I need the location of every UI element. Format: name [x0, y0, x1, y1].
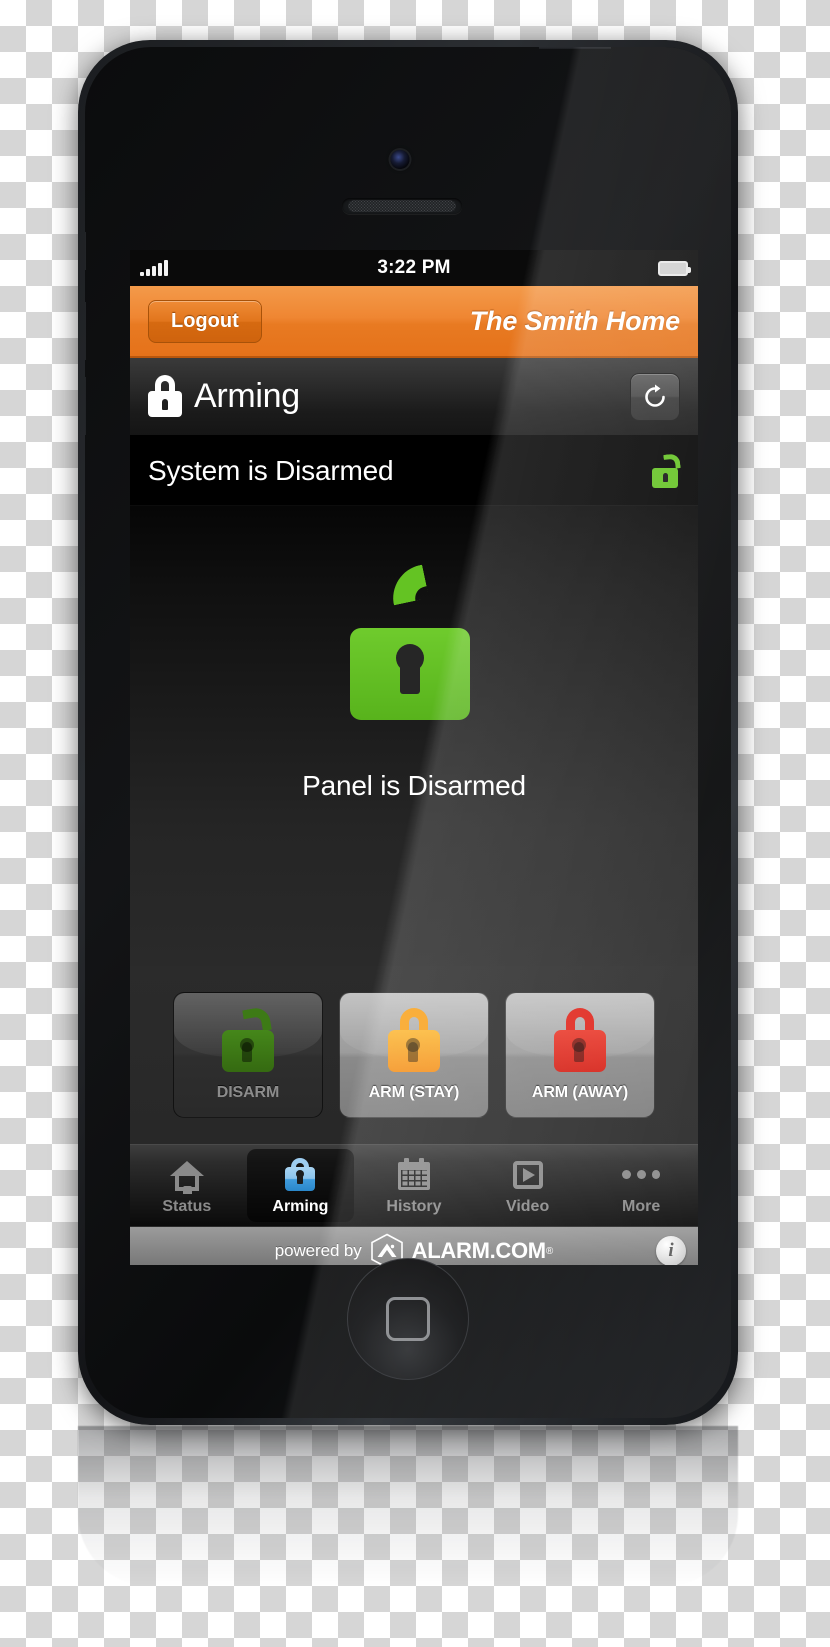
system-status-text: System is Disarmed — [148, 454, 394, 486]
info-button[interactable]: i — [656, 1236, 686, 1265]
arm-away-button-label: ARM (AWAY) — [531, 1084, 629, 1101]
lock-closed-icon — [148, 374, 182, 419]
panel-state-area: Panel is Disarmed — [130, 506, 698, 966]
alarm-com-wordmark: ALARM.COM — [411, 1238, 546, 1263]
phone-bezel: 3:22 PM Logout The Smith Home Arming Sys… — [85, 47, 731, 1418]
tab-history-label: History — [386, 1197, 442, 1215]
home-button[interactable] — [347, 1258, 469, 1380]
tab-more-label: More — [622, 1197, 661, 1215]
lock-closed-icon — [552, 1008, 608, 1074]
powered-by-label: powered by — [274, 1241, 362, 1260]
lock-open-icon — [220, 1005, 276, 1074]
lock-open-large-icon — [350, 560, 478, 720]
play-icon — [509, 1156, 547, 1194]
lock-closed-icon — [386, 1008, 442, 1074]
page-title: Arming — [194, 377, 300, 415]
app-navbar: Logout The Smith Home — [130, 286, 698, 358]
logout-button[interactable]: Logout — [148, 299, 262, 343]
battery-icon — [658, 260, 691, 276]
front-camera-icon — [390, 150, 410, 169]
refresh-icon — [645, 384, 665, 407]
arm-stay-button[interactable]: ARM (STAY) — [339, 992, 489, 1118]
phone-screen: 3:22 PM Logout The Smith Home Arming Sys… — [130, 250, 698, 1265]
arm-buttons-row: DISARM ARM (STAY) ARM (AWAY) — [130, 966, 698, 1144]
earpiece-speaker — [342, 198, 462, 214]
phone-device: 3:22 PM Logout The Smith Home Arming Sys… — [78, 40, 738, 1425]
device-reflection — [78, 1426, 738, 1586]
silent-switch[interactable] — [85, 232, 86, 270]
tab-status-label: Status — [162, 1197, 212, 1215]
home-name-label: The Smith Home — [469, 305, 680, 336]
disarm-button-label: DISARM — [216, 1084, 280, 1101]
registered-mark: ® — [545, 1245, 554, 1257]
house-icon — [168, 1156, 206, 1194]
refresh-button[interactable] — [630, 372, 680, 421]
tab-arming-label: Arming — [272, 1197, 329, 1215]
power-button[interactable] — [539, 47, 611, 49]
lock-icon — [281, 1156, 319, 1194]
tab-history[interactable]: History — [360, 1149, 468, 1222]
tab-video[interactable]: Video — [474, 1149, 582, 1222]
tab-video-label: Video — [505, 1197, 550, 1215]
status-bar: 3:22 PM — [130, 250, 698, 286]
panel-status-text: Panel is Disarmed — [302, 770, 526, 801]
system-status-row: System is Disarmed — [130, 436, 698, 506]
calendar-icon — [395, 1156, 433, 1194]
disarm-button[interactable]: DISARM — [173, 992, 323, 1118]
tab-status[interactable]: Status — [133, 1149, 241, 1222]
ellipsis-icon — [622, 1156, 661, 1194]
tab-arming[interactable]: Arming — [246, 1149, 355, 1222]
arm-stay-button-label: ARM (STAY) — [368, 1084, 460, 1101]
volume-down-button[interactable] — [85, 377, 86, 435]
status-bar-time: 3:22 PM — [377, 257, 451, 278]
arm-away-button[interactable]: ARM (AWAY) — [505, 992, 655, 1118]
lock-open-icon — [652, 452, 681, 488]
section-title-bar: Arming — [130, 358, 698, 436]
volume-up-button[interactable] — [85, 302, 86, 360]
tab-bar: Status Arming History Video More — [130, 1144, 698, 1226]
tab-more[interactable]: More — [587, 1149, 695, 1222]
